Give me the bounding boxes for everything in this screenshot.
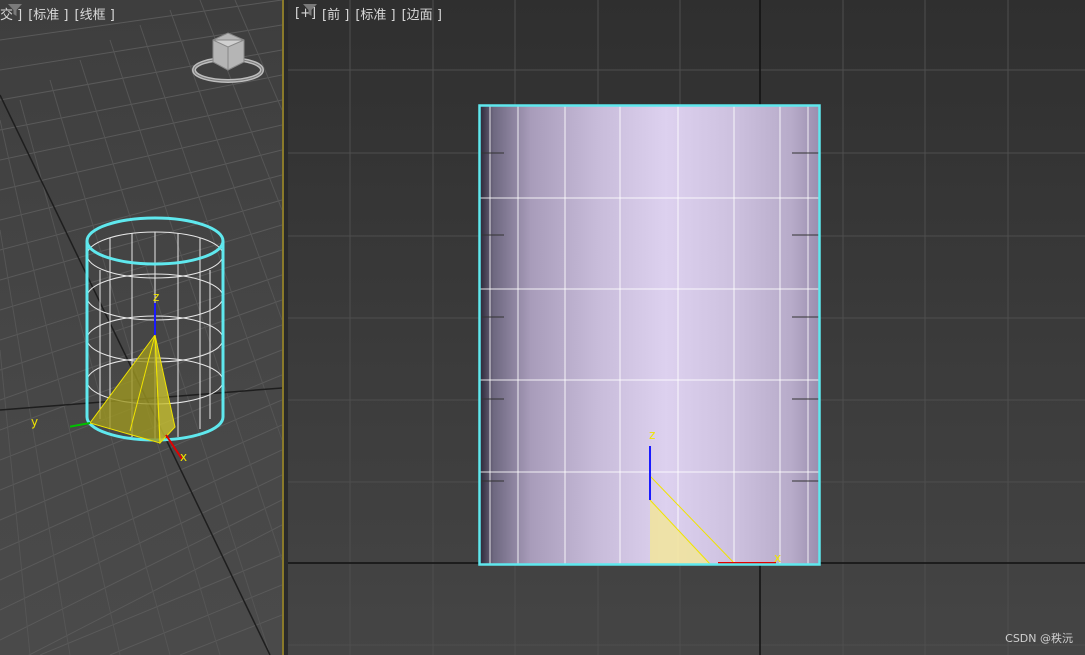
left-viewport-label: 交 ] [标准 ] [线框 ] xyxy=(0,4,115,23)
filter-icon[interactable] xyxy=(8,4,22,16)
axis-label-z-left: z xyxy=(153,290,160,304)
viewport-front-right[interactable]: z x [+] [前 ] [标准 ] [边面 ] xyxy=(288,0,1085,655)
right-viewport-shading-menu[interactable]: [标准 ] xyxy=(355,4,395,23)
axis-label-z-right: z xyxy=(649,428,656,442)
axis-label-x-left: x xyxy=(180,450,188,464)
gizmo-y-axis xyxy=(70,422,91,428)
right-viewport-display-menu[interactable]: [边面 ] xyxy=(402,4,442,23)
viewcube-icon[interactable] xyxy=(188,30,268,90)
cylinder-front[interactable] xyxy=(478,104,822,568)
left-viewport-display-menu[interactable]: [线框 ] xyxy=(75,4,115,23)
right-viewport-view-menu[interactable]: [前 ] xyxy=(322,4,349,23)
watermark: CSDN @秩沅 xyxy=(1005,632,1073,645)
right-viewport-label: [+] [前 ] [标准 ] [边面 ] xyxy=(295,4,442,23)
filter-icon[interactable] xyxy=(303,4,317,16)
cylinder-wireframe[interactable] xyxy=(70,205,240,465)
axis-label-y-left: y xyxy=(31,415,39,429)
left-viewport-shading-menu[interactable]: [标准 ] xyxy=(28,4,68,23)
axis-label-x-right: x xyxy=(774,551,782,565)
viewport-orthographic-left[interactable]: z x y 交 ] [标准 ] [线框 ] xyxy=(0,0,282,655)
